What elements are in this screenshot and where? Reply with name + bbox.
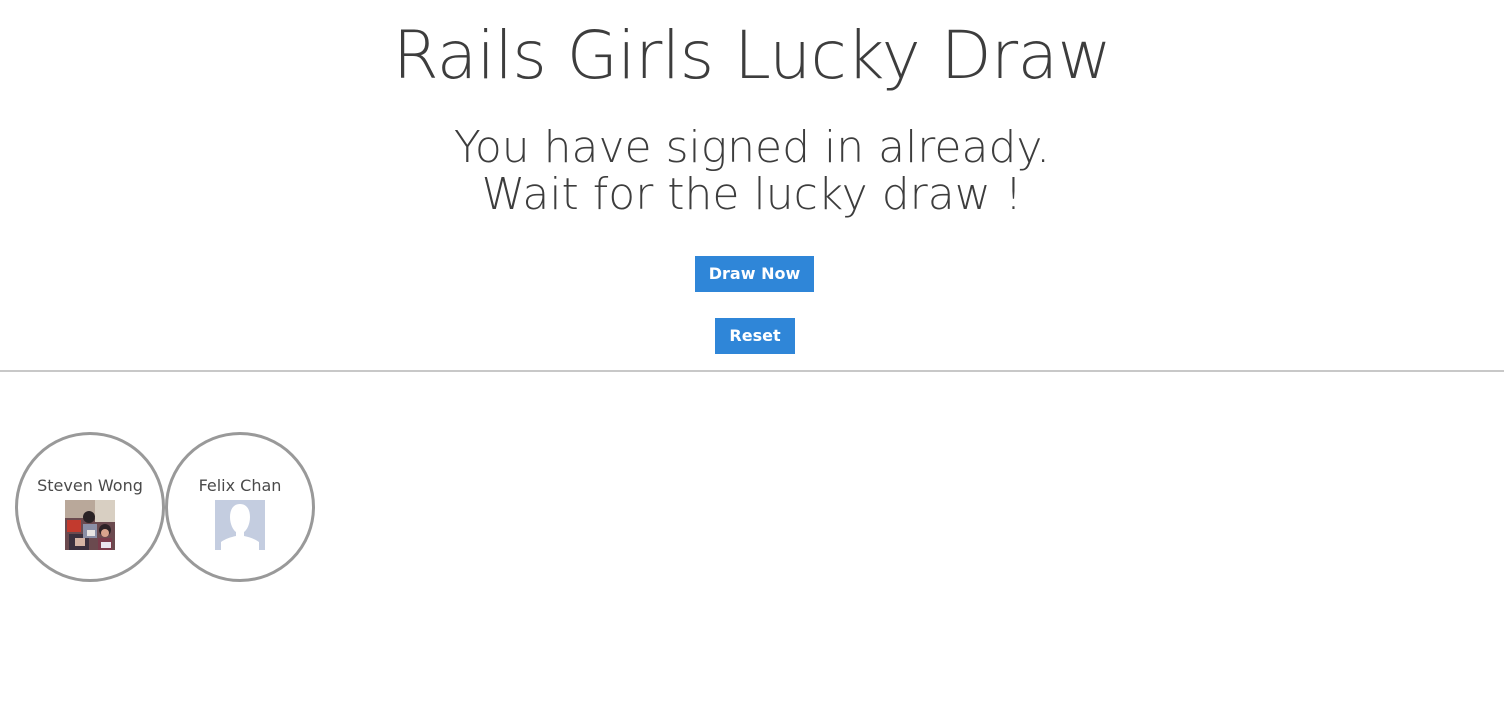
reset-button[interactable]: Reset — [715, 318, 795, 354]
status-message: You have signed in already. Wait for the… — [0, 124, 1504, 218]
divider — [0, 370, 1504, 372]
participant-card: Steven Wong — [15, 432, 165, 582]
draw-now-button[interactable]: Draw Now — [695, 256, 814, 292]
participant-photo-avatar — [65, 500, 115, 550]
status-line-signed-in: You have signed in already. — [453, 122, 1051, 173]
default-profile-silhouette-icon — [215, 500, 265, 550]
participant-list: Steven Wong Felix Chan — [15, 432, 315, 582]
participant-card: Felix Chan — [165, 432, 315, 582]
status-line-wait: Wait for the lucky draw ! — [481, 169, 1023, 220]
page-title: Rails Girls Lucky Draw — [392, 17, 1112, 94]
participant-name: Steven Wong — [37, 476, 143, 495]
participant-name: Felix Chan — [198, 476, 282, 495]
